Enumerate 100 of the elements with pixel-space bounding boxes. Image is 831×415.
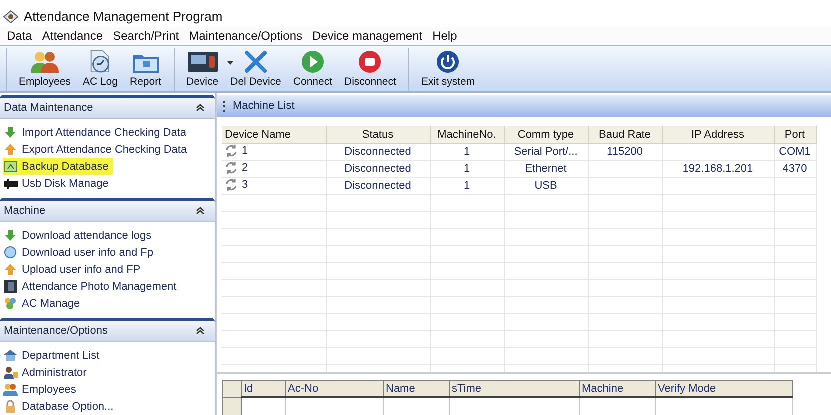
section-title: Data Maintenance (4, 102, 94, 114)
delete-icon (244, 50, 268, 74)
disc-icon (4, 246, 17, 259)
item-label: Attendance Photo Management (22, 280, 177, 292)
column-header[interactable]: Name (384, 380, 450, 397)
window-title: Attendance Management Program (24, 8, 223, 24)
section-title: Maintenance/Options (4, 325, 108, 337)
item-label: Usb Disk Manage (22, 178, 109, 190)
caret-icon[interactable] (226, 61, 234, 65)
play-icon (300, 50, 325, 74)
toolbar-button[interactable]: Employees (13, 49, 77, 91)
sidebar-item[interactable]: Export Attendance Checking Data (3, 141, 192, 158)
table-cell: Disconnected (344, 146, 412, 158)
column-header[interactable]: Baud Rate (588, 126, 662, 144)
app-icon (3, 10, 19, 24)
sidebar-item[interactable]: Database Option... (3, 398, 118, 415)
sidebar-item[interactable]: Download user info and Fp (3, 244, 158, 261)
section-header[interactable]: Maintenance/Options (0, 318, 215, 342)
table-cell: 3 (242, 178, 248, 190)
refresh-icon (225, 162, 238, 174)
column-header[interactable]: Id (242, 380, 286, 397)
toolbar-button[interactable]: Exit system (415, 49, 482, 91)
section-title: Machine (4, 205, 46, 217)
sidebar-item[interactable]: Attendance Photo Management (3, 278, 181, 295)
column-header[interactable]: Ac-No (286, 380, 384, 397)
menu-item[interactable]: Data (2, 29, 38, 43)
folder-icon (4, 160, 18, 173)
table-cell: 1 (464, 163, 470, 175)
item-label: Download user info and Fp (22, 246, 154, 258)
menu-item[interactable]: Help (428, 29, 462, 43)
sidebar-item[interactable]: Administrator (3, 364, 91, 381)
item-label: Upload user info and FP (22, 264, 141, 276)
table-cell: COM1 (779, 146, 811, 158)
power-icon (436, 50, 460, 74)
refresh-icon (225, 178, 238, 190)
item-label: Import Attendance Checking Data (22, 126, 186, 138)
collapse-icon[interactable] (196, 207, 205, 215)
toolbar-button[interactable]: Disconnect (338, 49, 402, 91)
table-cell: 1 (464, 180, 470, 192)
column-header[interactable]: MachineNo. (430, 126, 504, 144)
table-cell: 1 (242, 144, 248, 156)
sidebar-item[interactable]: AC Manage (3, 295, 84, 312)
toolbar-button[interactable]: Del Device (224, 49, 288, 91)
people-icon (3, 383, 18, 396)
sidebar-item[interactable]: Backup Database (3, 158, 113, 175)
item-label: Employees (22, 384, 76, 396)
table-cell: Disconnected (344, 163, 412, 175)
down-arrow-icon (4, 126, 17, 139)
table-cell: Ethernet (525, 163, 567, 175)
section-header[interactable]: Machine (0, 198, 215, 222)
up-arrow-icon (4, 263, 17, 276)
up-arrow-icon (4, 143, 17, 156)
column-header[interactable]: Port (774, 126, 816, 144)
item-label: Administrator (22, 366, 87, 378)
toolbar-button[interactable]: AC Log (76, 49, 124, 91)
column-header[interactable]: sTime (450, 380, 580, 397)
people-icon (30, 50, 60, 74)
lock-icon (4, 400, 17, 413)
table-cell: Disconnected (344, 180, 412, 192)
table-cell: 1 (464, 146, 470, 158)
house-icon (3, 349, 18, 362)
table-cell: Serial Port/... (514, 146, 578, 158)
refresh-icon (225, 144, 238, 156)
item-label: Download attendance logs (22, 230, 152, 242)
menu-item[interactable]: Device management (308, 29, 428, 43)
terminal-icon (186, 50, 219, 74)
column-header[interactable]: IP Address (662, 126, 774, 144)
toolbar-button[interactable]: Device (180, 49, 225, 91)
sidebar-item[interactable]: Employees (3, 381, 80, 398)
item-label: Export Attendance Checking Data (22, 144, 188, 156)
menu-item[interactable]: Maintenance/Options (184, 29, 308, 43)
sidebar-item[interactable]: Department List (3, 347, 104, 364)
toolbar-button[interactable]: Connect (287, 49, 338, 91)
column-header[interactable]: Status (326, 126, 430, 144)
sidebar-item[interactable]: Import Attendance Checking Data (3, 124, 190, 141)
column-header[interactable]: Machine (580, 380, 656, 397)
column-header[interactable]: Verify Mode (656, 380, 792, 397)
usb-drive-icon (4, 178, 18, 188)
collapse-icon[interactable] (196, 327, 205, 335)
column-header[interactable]: Comm type (504, 126, 588, 144)
collapse-icon[interactable] (196, 104, 205, 112)
table-cell: 4370 (782, 163, 808, 175)
menu-item[interactable]: Search/Print (108, 29, 184, 43)
column-header[interactable]: Device Name (222, 126, 326, 144)
stop-icon (358, 50, 382, 74)
sidebar-item[interactable]: Download attendance logs (3, 227, 156, 244)
table-cell: 192.168.1.201 (682, 163, 754, 175)
person-icon (3, 366, 18, 379)
table-cell: 115200 (607, 146, 643, 158)
down-arrow-icon (4, 229, 17, 242)
item-label: Backup Database (22, 160, 109, 172)
section-header[interactable]: Data Maintenance (0, 95, 215, 119)
panel-title: Machine List (233, 100, 295, 112)
sidebar-item[interactable]: Usb Disk Manage (3, 175, 113, 192)
people-icon (3, 297, 18, 310)
table-cell: USB (534, 180, 558, 192)
toolbar-button[interactable]: Report (124, 49, 168, 91)
sidebar-item[interactable]: Upload user info and FP (3, 261, 145, 278)
table-cell: 2 (242, 162, 248, 174)
menu-item[interactable]: Attendance (37, 29, 108, 43)
